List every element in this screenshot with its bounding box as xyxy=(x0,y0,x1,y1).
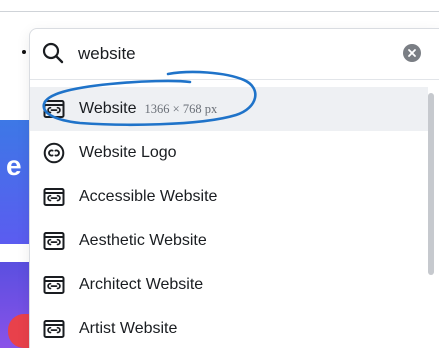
result-label: Accessible Website xyxy=(79,188,218,205)
result-label: Artist Website xyxy=(79,320,178,337)
background-dot xyxy=(22,50,26,54)
result-website[interactable]: Website 1366 × 768 px xyxy=(30,87,428,131)
result-aesthetic-website[interactable]: Aesthetic Website xyxy=(30,219,428,263)
result-label: Website 1366 × 768 px xyxy=(79,100,218,117)
search-dropdown: Website1366 × 768 px Website Logo xyxy=(29,28,439,348)
results-scrollbar[interactable] xyxy=(428,93,434,275)
close-icon xyxy=(408,49,416,57)
background-design-thumbnail xyxy=(0,120,30,244)
result-dimensions: 1366 × 768 px xyxy=(144,102,218,116)
website-layout-icon xyxy=(43,318,65,340)
app-canvas: e website Website 1366 × 768 px Website … xyxy=(0,0,439,348)
result-website-logo[interactable]: Website Logo xyxy=(30,131,428,175)
search-input[interactable] xyxy=(78,39,398,69)
result-label: Architect Website xyxy=(79,276,204,293)
clear-search-button[interactable] xyxy=(403,44,421,62)
top-divider xyxy=(0,11,439,12)
website-layout-icon xyxy=(43,274,65,296)
website-layout-icon xyxy=(43,230,65,252)
result-accessible-website[interactable]: Accessible Website xyxy=(30,175,428,219)
website-layout-icon xyxy=(43,98,65,120)
result-architect-website[interactable]: Architect Website xyxy=(30,263,428,307)
result-label: Aesthetic Website xyxy=(79,232,207,249)
background-red-shape xyxy=(8,314,30,348)
website-layout-icon xyxy=(43,186,65,208)
logo-icon xyxy=(43,142,65,164)
background-thumbnail-text: e xyxy=(6,150,22,181)
result-label: Website Logo xyxy=(79,144,177,161)
search-icon xyxy=(41,41,65,65)
search-bar xyxy=(30,29,439,80)
result-artist-website[interactable]: Artist Website xyxy=(30,307,428,348)
search-results-list: Website 1366 × 768 px Website Logo Acces… xyxy=(30,87,439,348)
